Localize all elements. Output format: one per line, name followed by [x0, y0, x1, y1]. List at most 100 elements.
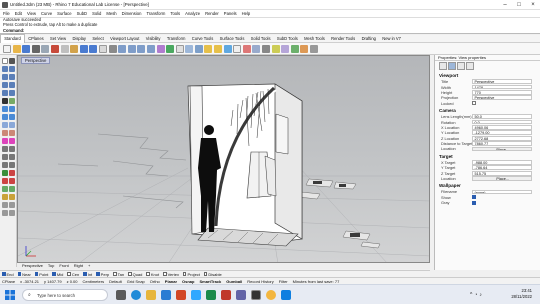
object-properties-icon[interactable]	[438, 62, 447, 70]
osnap-checkbox[interactable]	[203, 272, 208, 276]
osnap-int[interactable]: Int	[83, 272, 92, 277]
loft-icon[interactable]	[9, 114, 15, 120]
circle-icon[interactable]	[9, 74, 15, 80]
clock[interactable]: 23:41 28/11/2022	[511, 288, 532, 300]
line-icon[interactable]	[9, 66, 15, 72]
tab-standard[interactable]: Standard	[0, 34, 25, 43]
split-icon[interactable]	[9, 178, 15, 184]
volume-icon[interactable]: ♪	[479, 292, 482, 298]
acrobat-icon[interactable]	[221, 290, 231, 300]
menu-analyze[interactable]: Analyze	[185, 10, 200, 17]
rotate-view-icon[interactable]	[108, 44, 117, 53]
zoom-selected-icon[interactable]	[146, 44, 155, 53]
redo-icon[interactable]	[89, 44, 98, 53]
tab-cplanes[interactable]: CPlanes	[25, 35, 47, 43]
gray-checkbox[interactable]	[472, 200, 476, 205]
osnap-cen[interactable]: Cen	[67, 272, 79, 277]
osnap-checkbox[interactable]	[182, 272, 187, 276]
height-field[interactable]: 770	[472, 90, 532, 95]
menu-file[interactable]: File	[3, 10, 10, 17]
tab-top[interactable]: Top	[48, 263, 54, 269]
wireframe-icon[interactable]	[175, 44, 184, 53]
copy-object-icon[interactable]	[9, 146, 15, 152]
tab-set-view[interactable]: Set View	[47, 35, 69, 43]
box-icon[interactable]	[2, 122, 8, 128]
render-properties-icon[interactable]	[456, 62, 465, 70]
tab-new-in-v7[interactable]: New in V7	[379, 35, 404, 43]
more-tools-icon[interactable]	[9, 210, 15, 216]
mirror-icon[interactable]	[2, 162, 8, 168]
tab-viewport-layout[interactable]: Viewport Layout	[107, 35, 143, 43]
undo-view-icon[interactable]	[156, 44, 165, 53]
subd-icon[interactable]	[2, 138, 8, 144]
new-file-icon[interactable]	[3, 44, 11, 53]
target-place-button[interactable]: Place...	[472, 176, 532, 181]
menu-help[interactable]: Help	[242, 10, 251, 17]
options-icon[interactable]	[310, 44, 318, 53]
join-icon[interactable]	[2, 170, 8, 176]
trim-icon[interactable]	[2, 178, 8, 184]
excel-icon[interactable]	[206, 290, 216, 300]
import-icon[interactable]	[41, 44, 50, 53]
distance-icon[interactable]	[9, 202, 15, 208]
y-location-field[interactable]: -1279.00	[472, 130, 532, 136]
group-icon[interactable]	[2, 186, 8, 192]
scale-icon[interactable]	[9, 154, 15, 160]
extrude-icon[interactable]	[2, 114, 8, 120]
rectangle-icon[interactable]	[2, 90, 8, 96]
analyze-tool-icon[interactable]	[2, 202, 8, 208]
osnap-tan[interactable]: Tan	[113, 272, 124, 277]
tab-mesh-tools[interactable]: Mesh Tools	[301, 35, 328, 43]
menu-panels[interactable]: Panels	[224, 10, 237, 17]
render-icon[interactable]	[290, 44, 299, 53]
pan-icon[interactable]	[98, 44, 107, 53]
curvature-icon[interactable]	[2, 210, 8, 216]
view-properties-icon[interactable]	[447, 62, 456, 70]
width-field[interactable]: 1478	[472, 84, 532, 90]
osnap-checkbox[interactable]	[67, 272, 71, 276]
osnap-knot[interactable]: Knot	[146, 272, 159, 277]
cut-icon[interactable]	[50, 44, 59, 53]
osnap-end[interactable]: End	[2, 272, 14, 277]
leader-icon[interactable]	[9, 194, 15, 200]
x-target-field[interactable]: -988.00	[472, 159, 532, 165]
show-checkbox[interactable]	[472, 195, 476, 200]
ellipse-icon[interactable]	[9, 82, 15, 88]
menu-tools[interactable]: Tools	[170, 10, 180, 17]
osnap-checkbox[interactable]	[96, 272, 100, 276]
tab-visibility[interactable]: Visibility	[143, 35, 164, 43]
filename-select[interactable]: (none)	[472, 189, 532, 195]
dimension-icon[interactable]	[2, 194, 8, 200]
tab-display[interactable]: Display	[69, 35, 89, 43]
fillet-curve-icon[interactable]	[9, 98, 15, 104]
print-icon[interactable]	[31, 44, 40, 53]
undo-icon[interactable]	[79, 44, 88, 53]
tab-surface-tools[interactable]: Surface Tools	[216, 35, 247, 43]
osnap-near[interactable]: Near	[17, 272, 31, 277]
z-location-field[interactable]: 2772.68	[472, 135, 532, 141]
rhino-taskbar-icon[interactable]	[251, 290, 261, 300]
tab-curve-tools[interactable]: Curve Tools	[189, 35, 217, 43]
osnap-quad[interactable]: Quad	[128, 272, 142, 277]
lens-field[interactable]: 50.0	[472, 114, 532, 120]
chevron-up-icon[interactable]: ^	[470, 292, 472, 298]
cylinder-icon[interactable]	[2, 130, 8, 136]
photoshop-icon[interactable]	[191, 290, 201, 300]
tab-drafting[interactable]: Drafting	[358, 35, 379, 43]
zoom-window-icon[interactable]	[127, 44, 136, 53]
title-field[interactable]: Perspective	[472, 79, 532, 85]
edge-icon[interactable]	[131, 290, 141, 300]
osnap-checkbox[interactable]	[2, 272, 6, 276]
osnap-point[interactable]: Point	[34, 272, 48, 277]
curve-icon[interactable]	[2, 74, 8, 80]
point-icon[interactable]	[9, 58, 15, 64]
sphere-icon[interactable]	[9, 122, 15, 128]
paste-icon[interactable]	[70, 44, 79, 53]
outlook-icon[interactable]	[281, 290, 291, 300]
array-icon[interactable]	[9, 162, 15, 168]
menu-edit[interactable]: Edit	[15, 10, 22, 17]
tab-properties[interactable]: Properties: View properties	[438, 55, 486, 61]
polygon-icon[interactable]	[9, 90, 15, 96]
select-icon[interactable]	[214, 44, 223, 53]
osnap-checkbox[interactable]	[113, 272, 117, 276]
